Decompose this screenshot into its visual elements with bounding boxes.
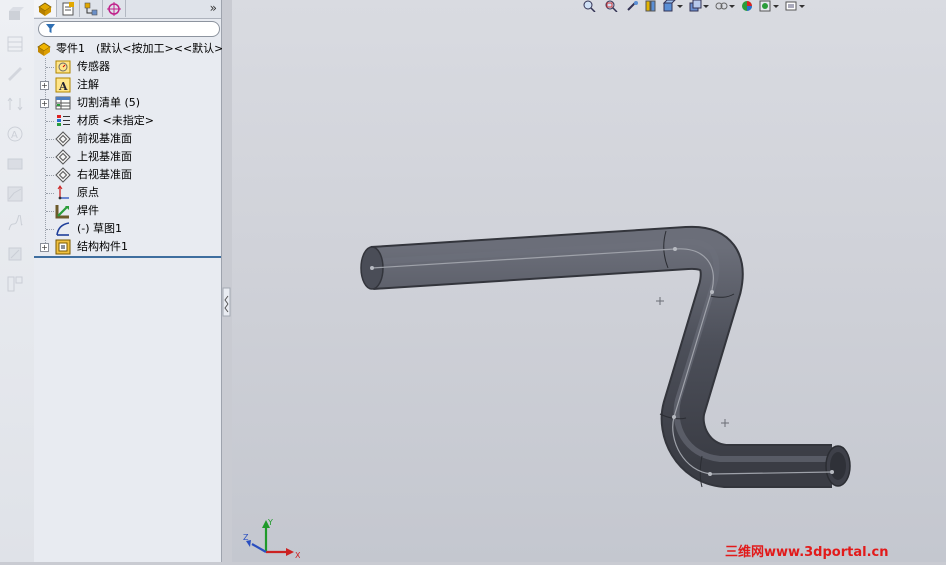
watermark-text: 三维网www.3dportal.cn [725,545,889,560]
top-plane-label: 上视基准面 [77,150,132,163]
panel-splitter[interactable] [222,0,232,562]
material-label: 材质 <未指定> [77,114,154,127]
configuration-manager-icon [84,2,98,15]
sketch-tool-icon[interactable] [6,65,24,83]
triad-x-label: X [295,551,300,560]
weldment-label: 焊件 [77,204,99,217]
front-plane-label: 前视基准面 [77,132,132,145]
sensor-label: 传感器 [77,60,110,73]
tree-item-weldment[interactable]: 焊件 [34,202,221,220]
cut-list-icon [55,96,71,110]
sensor-icon [55,60,71,74]
plane-icon [55,131,71,147]
expand-panel-button[interactable]: » [210,0,217,16]
3d-model-view[interactable] [232,0,946,562]
spring-icon[interactable] [6,214,24,233]
tree-item-origin[interactable]: 原点 [34,184,221,202]
dimxpert-icon [107,1,121,16]
structural-member-label: 结构构件1 [77,240,128,253]
structural-member-icon [55,239,71,255]
tree-item-annotations[interactable]: + A 注解 [34,76,221,94]
tree-item-front-plane[interactable]: 前视基准面 [34,130,221,148]
property-manager-icon [62,1,74,15]
graphics-area[interactable]: Y X Z [232,0,946,562]
tree-item-cut-list[interactable]: + 切割清单 (5) [34,94,221,112]
tab-dimxpert-manager[interactable] [103,0,126,17]
feature-manager-icon [38,2,52,16]
expand-structural-member-button[interactable]: + [40,243,49,252]
material-icon [57,115,70,126]
origin-label: 原点 [77,186,99,199]
tree-item-sensors[interactable]: 传感器 [34,58,221,76]
grid-icon[interactable] [6,155,24,173]
svg-text:A: A [58,80,68,93]
sketch-icon [56,222,70,236]
move-icon[interactable] [6,95,24,113]
annotation-label: 注解 [77,78,99,91]
tree-item-right-plane[interactable]: 右视基准面 [34,166,221,184]
table-icon[interactable] [6,35,24,53]
weldment-icon [55,205,69,219]
weld-icon[interactable] [6,245,24,263]
tab-feature-manager[interactable] [34,0,57,17]
filter-icon [46,24,55,33]
right-plane-label: 右视基准面 [77,168,132,181]
plane-icon [55,149,71,165]
plane-icon [55,167,71,183]
tree-filter-input[interactable] [38,21,220,37]
tab-property-manager[interactable] [57,0,80,17]
tree-end-separator [34,256,221,258]
tree-item-structural-member[interactable]: + 结构构件1 [34,238,221,256]
command-manager-bar: A [0,0,35,562]
splitter-grip-icon [222,0,232,562]
layout-icon[interactable] [6,275,24,293]
expand-cut-list-button[interactable]: + [40,99,49,108]
part-icon [37,42,51,56]
feature-manager-panel: » 零件1 (默认<按加工><<默认> 传感器 + A 注解 + 切割清单 (5… [34,0,224,562]
reference-triad: Y X Z [243,518,300,560]
tree-item-material[interactable]: 材质 <未指定> [34,112,221,130]
text-tool-icon[interactable]: A [6,125,24,143]
origin-icon [57,185,69,200]
annotation-icon: A [55,77,71,93]
tab-configuration-manager[interactable] [80,0,103,17]
tree-item-sketch1[interactable]: (-) 草图1 [34,220,221,238]
extrude-icon[interactable] [6,5,24,23]
pipe-body[interactable] [360,225,851,488]
panel-tabs: » [34,0,221,19]
tree-item-top-plane[interactable]: 上视基准面 [34,148,221,166]
sketch-label: (-) 草图1 [77,222,123,235]
triad-z-label: Z [243,533,249,542]
svg-text:A: A [11,130,18,141]
cut-list-label: 切割清单 (5) [77,96,141,109]
triad-y-label: Y [267,518,273,527]
part-name: 零件1 (默认<按加工><<默认> [56,42,224,55]
graph-icon[interactable] [6,185,24,203]
expand-annotations-button[interactable]: + [40,81,49,90]
